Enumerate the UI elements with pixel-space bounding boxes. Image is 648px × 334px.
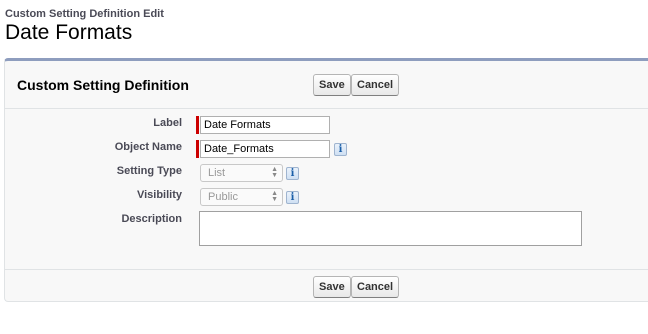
setting-type-info-icon[interactable]: i bbox=[286, 167, 299, 180]
label-field-label: Label bbox=[153, 117, 182, 129]
cancel-button-bottom[interactable]: Cancel bbox=[351, 276, 400, 298]
breadcrumb: Custom Setting Definition Edit bbox=[5, 8, 164, 20]
page-title: Date Formats bbox=[5, 21, 133, 44]
visibility-field-label: Visibility bbox=[136, 189, 182, 201]
save-button-bottom[interactable]: Save bbox=[313, 276, 351, 298]
setting-type-select[interactable]: List ▲ ▼ bbox=[200, 164, 283, 182]
cancel-button-top[interactable]: Cancel bbox=[351, 74, 400, 96]
setting-type-value: List bbox=[208, 167, 226, 179]
select-arrows-icon: ▲ ▼ bbox=[271, 166, 278, 179]
label-required-marker bbox=[196, 116, 199, 134]
object-name-required-marker bbox=[196, 140, 199, 158]
label-input[interactable] bbox=[200, 116, 330, 134]
visibility-select[interactable]: Public ▲ ▼ bbox=[200, 188, 283, 206]
edit-block: Custom Setting Definition Save Cancel La… bbox=[4, 58, 648, 302]
save-button-top[interactable]: Save bbox=[313, 74, 351, 96]
visibility-info-icon[interactable]: i bbox=[286, 191, 299, 204]
block-header: Custom Setting Definition Save Cancel bbox=[5, 61, 648, 109]
object-name-input[interactable] bbox=[200, 140, 330, 158]
object-name-field-label: Object Name bbox=[114, 141, 182, 153]
select-arrows-icon: ▲ ▼ bbox=[271, 190, 278, 203]
page-header: Custom Setting Definition Edit Date Form… bbox=[5, 8, 645, 45]
setting-type-field-label: Setting Type bbox=[116, 165, 182, 177]
visibility-value: Public bbox=[208, 191, 238, 203]
block-footer: Save Cancel bbox=[5, 269, 648, 302]
block-title: Custom Setting Definition bbox=[17, 77, 189, 93]
description-textarea[interactable] bbox=[199, 211, 582, 246]
description-field-label: Description bbox=[121, 213, 182, 225]
object-name-info-icon[interactable]: i bbox=[334, 143, 347, 156]
form-area: Label Object Name i Setting Type List ▲▼… bbox=[5, 109, 648, 269]
